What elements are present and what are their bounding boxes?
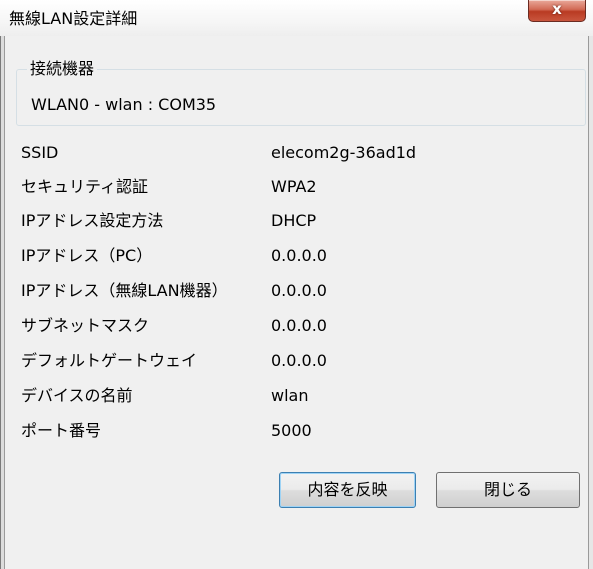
default-gateway-label: デフォルトゲートウェイ bbox=[21, 351, 198, 370]
connected-device-label: 接続機器 bbox=[27, 60, 98, 78]
device-name-label: デバイスの名前 bbox=[21, 386, 133, 405]
title-bar[interactable]: 無線LAN設定詳細 x bbox=[0, 0, 593, 36]
apply-settings-button[interactable]: 内容を反映 bbox=[279, 472, 416, 508]
close-icon: x bbox=[552, 0, 562, 18]
device-name-value: wlan bbox=[271, 386, 309, 405]
ssid-label: SSID bbox=[21, 143, 59, 162]
port-number-label: ポート番号 bbox=[21, 421, 102, 440]
security-auth-label: セキュリティ認証 bbox=[21, 177, 149, 196]
port-number-value: 5000 bbox=[271, 421, 312, 440]
security-auth-value: WPA2 bbox=[271, 177, 317, 196]
ssid-value: elecom2g-36ad1d bbox=[271, 143, 417, 162]
window-frame-right bbox=[588, 36, 593, 569]
subnet-mask-value: 0.0.0.0 bbox=[271, 316, 327, 335]
ip-address-pc-label: IPアドレス（PC） bbox=[21, 246, 153, 265]
ip-config-method-label: IPアドレス設定方法 bbox=[21, 211, 164, 230]
default-gateway-value: 0.0.0.0 bbox=[271, 351, 327, 370]
ip-config-method-value: DHCP bbox=[271, 211, 317, 230]
ip-address-device-value: 0.0.0.0 bbox=[271, 281, 327, 300]
window-frame-left bbox=[0, 36, 5, 569]
ip-address-pc-value: 0.0.0.0 bbox=[271, 246, 327, 265]
subnet-mask-label: サブネットマスク bbox=[21, 316, 150, 335]
close-window-button[interactable]: x bbox=[528, 0, 586, 22]
close-button[interactable]: 閉じる bbox=[436, 472, 580, 508]
window-title: 無線LAN設定詳細 bbox=[9, 9, 138, 28]
connected-device-value: WLAN0 - wlan : COM35 bbox=[31, 95, 217, 114]
dialog-window: 無線LAN設定詳細 x 接続機器 WLAN0 - wlan : COM35 SS… bbox=[0, 0, 593, 569]
ip-address-device-label: IPアドレス（無線LAN機器） bbox=[21, 281, 228, 300]
